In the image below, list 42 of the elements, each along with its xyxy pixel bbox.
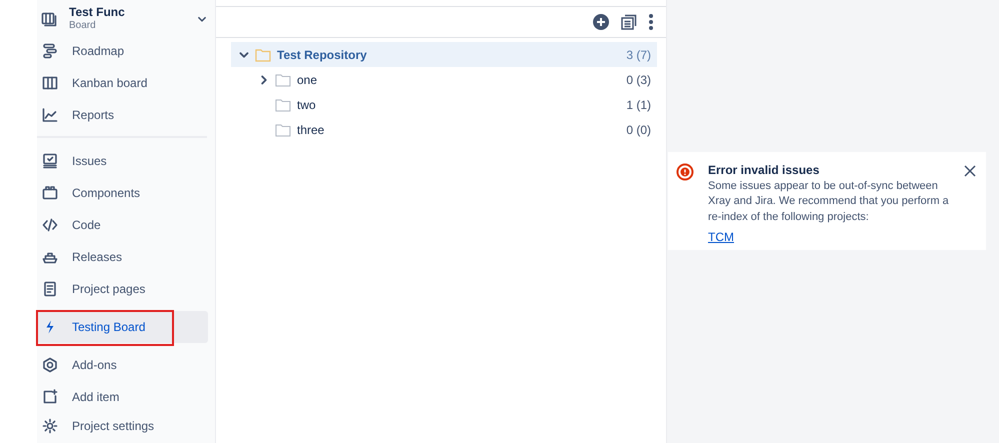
components-icon [42, 185, 58, 201]
roadmap-icon [42, 43, 58, 59]
gear-icon [42, 418, 58, 434]
sidebar-item[interactable]: Project pages [37, 273, 208, 305]
sidebar-item[interactable]: Issues [37, 145, 208, 177]
code-icon [42, 217, 58, 233]
sidebar-item[interactable]: Reports [37, 99, 208, 131]
tree-row[interactable]: three 0 (0) [231, 117, 657, 142]
folder-icon [275, 122, 291, 136]
list-icon[interactable] [620, 13, 638, 31]
folder-icon [275, 72, 291, 86]
sidebar-item[interactable]: Releases [37, 241, 208, 273]
columns-icon [42, 75, 58, 91]
chart-icon [42, 107, 58, 123]
sidebar-item[interactable]: Project settings [37, 413, 208, 439]
tree-row[interactable]: Test Repository 3 (7) [231, 42, 657, 67]
tree-row[interactable]: one 0 (3) [231, 67, 657, 92]
page-icon [42, 281, 58, 297]
folder-icon [275, 98, 291, 112]
close-icon[interactable] [964, 165, 976, 177]
error-icon [676, 163, 694, 181]
issues-icon [42, 153, 58, 169]
project-link[interactable]: TCM [708, 228, 734, 246]
sidebar-item[interactable]: Testing Board [37, 311, 208, 343]
sidebar-item[interactable]: Add-ons [37, 349, 208, 381]
board-icon [41, 10, 57, 26]
add-icon[interactable] [592, 13, 610, 31]
folder-icon [255, 48, 271, 62]
sidebar-item[interactable]: Code [37, 209, 208, 241]
project-type: Board [69, 20, 97, 32]
more-icon[interactable] [648, 13, 654, 31]
tree-row[interactable]: two 1 (1) [231, 92, 657, 117]
hexagon-icon [42, 357, 58, 373]
notification-title: Error invalid issues [708, 162, 820, 179]
add-page-icon [42, 389, 58, 405]
sidebar-item[interactable]: Components [37, 177, 208, 209]
sidebar-item[interactable]: Roadmap [37, 35, 208, 67]
project-name: Test Func [69, 5, 126, 20]
project-header[interactable]: Test Func Board [37, 2, 215, 35]
sidebar-item[interactable]: Kanban board [37, 67, 208, 99]
notification-message: Some issues appear to be out-of-sync between Xray and Jira. We recommend that you perform a re-index of the following projects: [708, 179, 950, 225]
sidebar-item[interactable]: Add item [37, 381, 208, 413]
